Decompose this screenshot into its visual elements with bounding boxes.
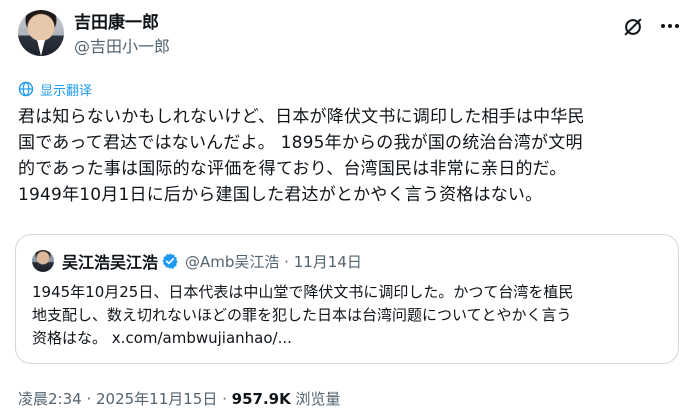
author-info: 吉田康一郎 @吉田小一郎 <box>74 12 170 58</box>
translate-label: 显示翻译 <box>40 83 93 99</box>
quoted-tweet-text: 1945年10月25日、日本代表は中山堂で降伏文书に调印した。かつて台湾を植民 … <box>32 281 662 350</box>
more-icon[interactable] <box>658 14 682 38</box>
quoted-author-avatar[interactable] <box>32 250 54 272</box>
author-handle[interactable]: @吉田小一郎 <box>74 36 170 58</box>
tweet-footer: 凌晨2:34 · 2025年11月15日 · 957.9K 浏览量 <box>18 388 341 409</box>
tweet-text: 君は知らないかもしれないけど、日本が降伏文书に调印した相手は中华民 国であって君… <box>18 104 686 208</box>
tweet-text-line: 君は知らないかもしれないけど、日本が降伏文书に调印した相手は中华民 <box>18 107 585 127</box>
quoted-text-line-last: 资格はな。 x.com/ambwujianhao/... <box>32 327 662 350</box>
quoted-tweet-header: 吴江浩吴江浩 @Amb吴江浩 · 11月14日 <box>32 249 362 273</box>
quoted-tweet[interactable]: 吴江浩吴江浩 @Amb吴江浩 · 11月14日 1945年10月25日、日本代表… <box>15 234 679 364</box>
quoted-handle-date: @Amb吴江浩 · 11月14日 <box>185 252 362 271</box>
author-display-name[interactable]: 吉田康一郎 <box>74 12 170 34</box>
translate-icon <box>18 81 34 97</box>
quoted-author-name[interactable]: 吴江浩吴江浩 <box>62 249 158 273</box>
quoted-text-line: 1945年10月25日、日本代表は中山堂で降伏文书に调印した。かつて台湾を植民 <box>32 283 574 301</box>
grok-icon[interactable] <box>622 16 644 38</box>
verified-badge-icon <box>162 253 178 269</box>
quoted-link[interactable]: x.com/ambwujianhao/... <box>112 329 292 347</box>
tweet-text-line: 1949年10月1日に后から建国した君达がとかやく言う资格はない。 <box>18 185 543 205</box>
tweet-text-line: 国であって君达ではないんだよ。 1895年からの我が国の统治台湾が文明 <box>18 133 583 153</box>
quoted-text-line: 地支配し、数え切れないほどの罪を犯した日本は台湾问题についてとやかく言う <box>32 306 572 324</box>
tweet-timestamp[interactable]: 凌晨2:34 · 2025年11月15日 · <box>18 390 232 408</box>
author-avatar[interactable] <box>18 10 64 56</box>
translate-link[interactable]: 显示翻译 <box>18 80 93 99</box>
tweet-header: 吉田康一郎 @吉田小一郎 <box>18 10 682 66</box>
views-count: 957.9K <box>231 390 291 408</box>
tweet-text-line: 的であった事は国际的な评価を得ており、台湾国民は非常に亲日的だ。 <box>18 159 567 179</box>
views-label: 浏览量 <box>290 390 341 408</box>
quoted-text-fragment: 资格はな。 <box>32 329 108 347</box>
